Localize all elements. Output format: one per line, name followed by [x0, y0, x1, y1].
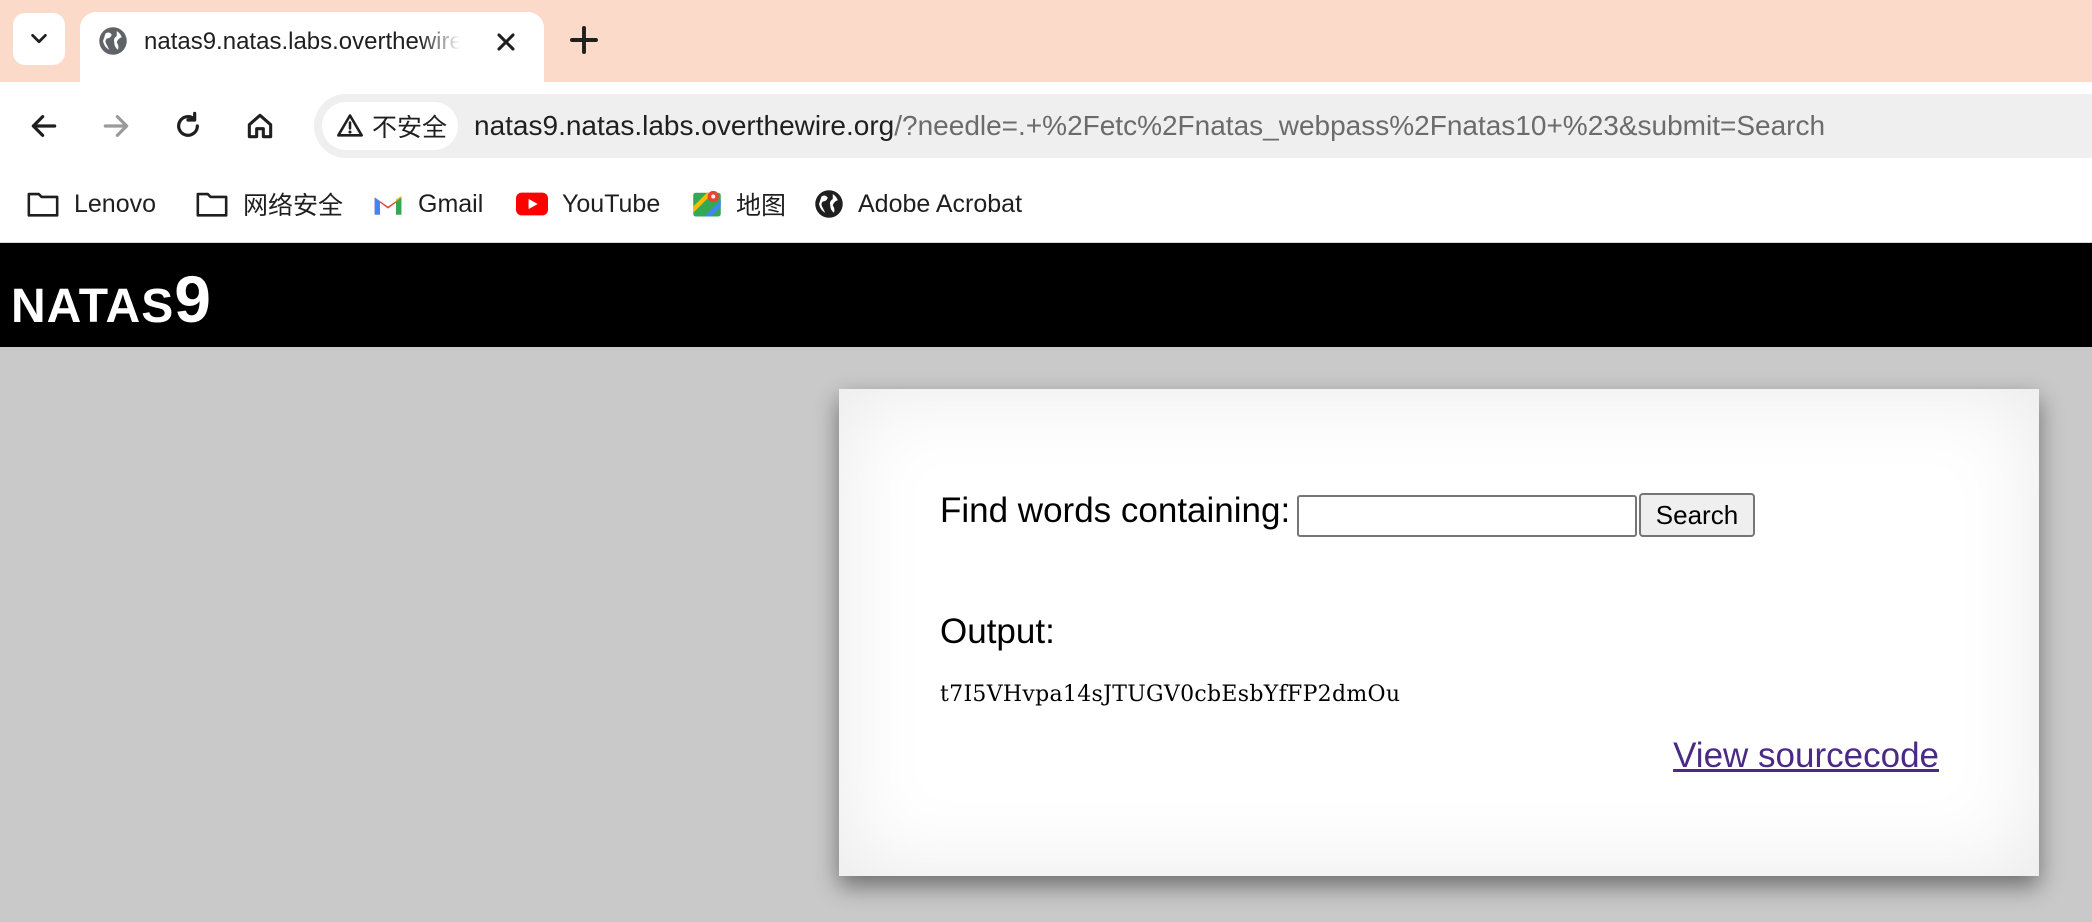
content-panel: Find words containing: Search Output: t7…	[839, 389, 2039, 876]
maps-icon	[693, 190, 721, 217]
folder-icon	[27, 192, 59, 217]
reload-button[interactable]	[168, 106, 208, 146]
bookmark-label: 网络安全	[243, 191, 344, 220]
tab-search-button[interactable]	[13, 13, 65, 65]
back-arrow-icon	[31, 115, 57, 137]
output-label: Output:	[940, 612, 1055, 651]
warning-icon	[337, 114, 363, 137]
security-label: 不安全	[372, 113, 448, 142]
bookmarks-bar: Lenovo 网络安全 Gmail YouTube 地图 Adobe Acrob…	[0, 170, 2092, 243]
site-header: NATAS9	[0, 243, 2092, 347]
site-title: NATAS9	[11, 261, 212, 337]
forward-button[interactable]	[96, 106, 136, 146]
folder-icon	[196, 192, 228, 217]
output-text: t7I5VHvpa14sJTUGV0cbEsbYfFP2dmOu	[940, 682, 1401, 707]
reload-icon	[177, 111, 199, 137]
url-text[interactable]: natas9.natas.labs.overthewire.org/?needl…	[474, 108, 1825, 144]
close-icon[interactable]	[492, 28, 520, 56]
search-button[interactable]: Search	[1639, 493, 1755, 537]
security-indicator[interactable]: 不安全	[322, 102, 458, 150]
bookmark-label: Lenovo	[74, 189, 157, 218]
bookmark-label: YouTube	[562, 189, 661, 218]
tab-title: natas9.natas.labs.overthewire.org	[144, 26, 460, 58]
address-bar[interactable]: 不安全 natas9.natas.labs.overthewire.org/?n…	[314, 94, 2092, 158]
active-tab[interactable]: natas9.natas.labs.overthewire.org	[80, 12, 544, 82]
site-title-level: 9	[174, 262, 212, 336]
home-button[interactable]	[240, 106, 280, 146]
view-source-link[interactable]: View sourcecode	[1673, 735, 1939, 777]
new-tab-plus-icon[interactable]	[566, 22, 602, 58]
bookmark-label: 地图	[736, 191, 787, 220]
site-title-letters: NATAS	[11, 280, 175, 333]
globe-icon	[99, 27, 127, 55]
url-path: /?needle=.+%2Fetc%2Fnatas_webpass%2Fnata…	[894, 110, 1826, 141]
browser-toolbar: 不安全 natas9.natas.labs.overthewire.org/?n…	[0, 82, 2092, 170]
youtube-icon	[516, 192, 548, 216]
url-host: natas9.natas.labs.overthewire.org	[474, 110, 895, 141]
bookmark-gmail[interactable]: Gmail	[372, 184, 483, 224]
bookmark-label: Adobe Acrobat	[858, 189, 1023, 218]
gmail-icon	[374, 196, 402, 215]
globe-icon	[815, 190, 843, 218]
home-icon	[247, 113, 273, 139]
bookmark-adobe-acrobat[interactable]: Adobe Acrobat	[814, 184, 1022, 224]
tab-strip: natas9.natas.labs.overthewire.org	[0, 0, 2092, 82]
bookmark-lenovo[interactable]: Lenovo	[26, 184, 156, 224]
forward-arrow-icon	[103, 115, 129, 137]
search-label: Find words containing:	[940, 491, 1291, 530]
bookmark-network-security[interactable]: 网络安全	[195, 184, 343, 224]
bookmark-youtube[interactable]: YouTube	[516, 184, 660, 224]
needle-input[interactable]	[1297, 495, 1637, 537]
bookmark-maps[interactable]: 地图	[692, 184, 786, 224]
bookmark-label: Gmail	[418, 189, 484, 218]
back-button[interactable]	[24, 106, 64, 146]
chevron-down-icon	[31, 33, 47, 44]
